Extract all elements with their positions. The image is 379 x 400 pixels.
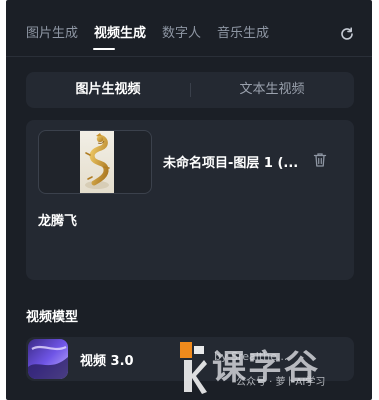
tab-image-generation[interactable]: 图片生成 bbox=[26, 24, 78, 46]
video-generation-panel: 图片生成 视频生成 数字人 音乐生成 图片生视频 文本生视频 未命名项目-图层 … bbox=[6, 0, 372, 400]
upload-card: 未命名项目-图层 1 (... 龙腾飞 bbox=[26, 120, 354, 280]
uploaded-image-thumbnail[interactable] bbox=[38, 130, 152, 194]
dragon-image bbox=[80, 131, 114, 193]
tab-bar: 图片生成 视频生成 数字人 音乐生成 bbox=[26, 24, 285, 46]
image-to-video-option[interactable]: 图片生视频 bbox=[26, 72, 190, 108]
tab-music-generation[interactable]: 音乐生成 bbox=[217, 24, 269, 46]
text-to-video-option[interactable]: 文本生视频 bbox=[190, 72, 354, 108]
watermark-logo bbox=[180, 342, 207, 394]
model-thumbnail-icon bbox=[28, 339, 68, 379]
prompt-text[interactable]: 龙腾飞 bbox=[38, 210, 77, 229]
watermark-account: 公众号 · 萝卜AI学习 bbox=[236, 377, 326, 388]
generation-mode-switch: 图片生视频 文本生视频 bbox=[26, 72, 354, 108]
tab-digital-human[interactable]: 数字人 bbox=[162, 24, 201, 46]
watermark-byline: by Srealthe... bbox=[214, 350, 288, 363]
header-divider bbox=[6, 56, 372, 57]
selected-model-name: 视频 3.0 bbox=[80, 354, 134, 369]
video-model-label: 视频模型 bbox=[26, 310, 79, 325]
active-tab-indicator bbox=[93, 48, 115, 50]
refresh-icon[interactable] bbox=[339, 26, 355, 42]
tab-video-generation[interactable]: 视频生成 bbox=[94, 24, 146, 46]
trash-icon[interactable] bbox=[313, 152, 327, 168]
upload-item-title: 未命名项目-图层 1 (... bbox=[163, 156, 299, 171]
